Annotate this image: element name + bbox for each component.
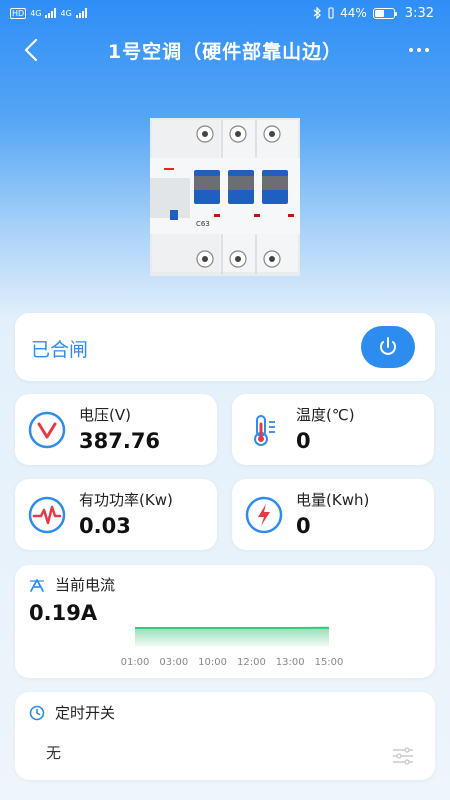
active-power-card: 有功功率(Kw) 0.03 bbox=[15, 479, 217, 550]
x-tick-label: 12:00 bbox=[237, 657, 266, 668]
switch-status-text: 已合闸 bbox=[31, 339, 89, 361]
temperature-label: 温度(℃) bbox=[296, 406, 355, 424]
signal-icon bbox=[45, 8, 57, 18]
sim1-label: 4G bbox=[30, 8, 42, 18]
status-bar: HD 4G 4G 44% 3:32 bbox=[0, 0, 450, 26]
top-nav: 1号空调（硬件部靠山边） bbox=[0, 28, 450, 72]
hd-indicator: HD bbox=[10, 7, 27, 19]
current-icon bbox=[30, 578, 44, 592]
timer-card: 定时开关 无 bbox=[15, 692, 435, 780]
voltage-card: 电压(V) 387.76 bbox=[15, 394, 217, 465]
x-tick-label: 10:00 bbox=[198, 657, 227, 668]
circuit-breaker-image: C63 bbox=[150, 118, 300, 276]
bluetooth-icon bbox=[313, 7, 322, 19]
switch-status-card: 已合闸 bbox=[15, 313, 435, 381]
current-title: 当前电流 bbox=[55, 576, 116, 594]
energy-value: 0 bbox=[296, 514, 311, 538]
x-tick-label: 15:00 bbox=[315, 657, 344, 668]
pulse-icon bbox=[28, 496, 66, 534]
sim2-label: 4G bbox=[60, 8, 72, 18]
voltage-value: 387.76 bbox=[79, 429, 161, 453]
active-power-label: 有功功率(Kw) bbox=[79, 491, 173, 509]
clock-time: 3:32 bbox=[404, 5, 434, 21]
signal-icon bbox=[75, 8, 87, 18]
current-value: 0.19A bbox=[29, 601, 98, 625]
timer-value: 无 bbox=[46, 744, 62, 762]
x-tick-label: 03:00 bbox=[159, 657, 188, 668]
battery-icon bbox=[372, 7, 397, 19]
current-chart: 01:00 03:00 10:00 12:00 13:00 15:00 bbox=[121, 626, 344, 668]
lightning-icon bbox=[245, 496, 283, 534]
clock-icon bbox=[29, 705, 45, 720]
thermometer-icon bbox=[254, 415, 275, 446]
power-button[interactable] bbox=[361, 326, 415, 368]
energy-card: 电量(Kwh) 0 bbox=[232, 479, 434, 550]
x-tick-label: 01:00 bbox=[121, 657, 150, 668]
current-card: 当前电流 0.19A 01:00 03:00 10:00 12:00 13:00 15:0… bbox=[15, 565, 435, 678]
active-power-value: 0.03 bbox=[79, 514, 131, 538]
voltage-icon bbox=[28, 411, 66, 449]
timer-title: 定时开关 bbox=[55, 704, 116, 722]
sliders-icon[interactable] bbox=[391, 744, 415, 768]
vibrate-icon bbox=[328, 7, 334, 19]
power-icon bbox=[380, 337, 396, 355]
device-model-label: C63 bbox=[196, 220, 210, 228]
energy-label: 电量(Kwh) bbox=[296, 491, 370, 509]
chevron-left-icon[interactable] bbox=[18, 36, 46, 64]
temperature-value: 0 bbox=[296, 429, 311, 453]
temperature-card: 温度(℃) 0 bbox=[232, 394, 434, 465]
voltage-label: 电压(V) bbox=[79, 406, 131, 424]
page-title: 1号空调（硬件部靠山边） bbox=[107, 40, 343, 63]
current-area bbox=[135, 627, 329, 647]
battery-percent: 44% bbox=[340, 6, 367, 20]
x-tick-label: 13:00 bbox=[276, 657, 305, 668]
more-dots-icon[interactable] bbox=[404, 36, 434, 64]
